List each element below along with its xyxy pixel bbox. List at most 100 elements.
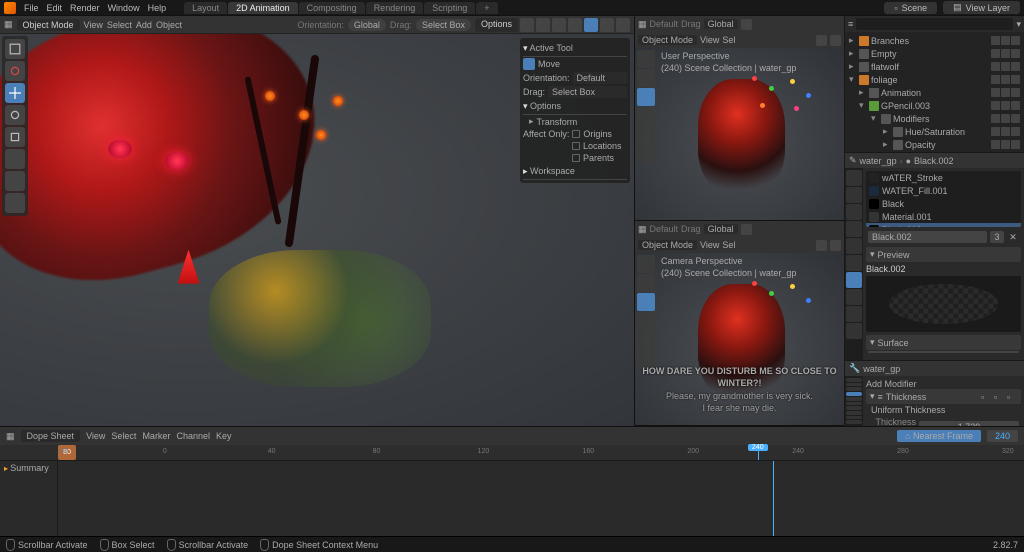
playhead[interactable] bbox=[773, 461, 774, 536]
scene-selector[interactable]: ▫Scene bbox=[884, 2, 937, 14]
outliner-row[interactable]: ▸Empty bbox=[847, 47, 1022, 60]
editor-type-icon[interactable]: ▦ bbox=[638, 19, 647, 30]
property-tab[interactable] bbox=[846, 238, 862, 254]
shading-solid-icon[interactable] bbox=[584, 18, 598, 32]
menu-view[interactable]: View bbox=[700, 35, 719, 45]
property-tab[interactable] bbox=[846, 289, 862, 305]
timeline-tracks[interactable] bbox=[58, 461, 1024, 536]
menu-view[interactable]: View bbox=[84, 20, 103, 30]
modifier-header[interactable]: ▾ ≡ Thickness ▫ ▫ ▫ bbox=[866, 389, 1021, 404]
menu-channel[interactable]: Channel bbox=[176, 431, 210, 441]
surface-field[interactable] bbox=[868, 351, 1019, 353]
material-slot[interactable]: Material.001 bbox=[866, 210, 1021, 223]
property-tab[interactable] bbox=[846, 221, 862, 237]
property-tab[interactable] bbox=[846, 187, 862, 203]
tool-scale[interactable] bbox=[5, 127, 25, 147]
panel-header[interactable]: ▾ Active Tool bbox=[523, 41, 627, 57]
material-slot-list[interactable]: wATER_StrokeWATER_Fill.001BlackMaterial.… bbox=[866, 171, 1021, 227]
property-tab[interactable] bbox=[846, 406, 862, 410]
outliner-row[interactable]: ▾foliage bbox=[847, 73, 1022, 86]
tab-2d-animation[interactable]: 2D Animation bbox=[228, 2, 298, 14]
tool-move[interactable] bbox=[637, 88, 655, 106]
material-slot[interactable]: wATER_Stroke bbox=[866, 171, 1021, 184]
shading-wire-icon[interactable] bbox=[568, 18, 582, 32]
tab-compositing[interactable]: Compositing bbox=[299, 2, 365, 14]
property-tab[interactable] bbox=[846, 306, 862, 322]
tool-scale[interactable] bbox=[637, 126, 655, 144]
tool-scale[interactable] bbox=[637, 331, 655, 349]
origins-check[interactable] bbox=[572, 130, 580, 138]
property-tab[interactable] bbox=[846, 255, 862, 271]
options-dropdown[interactable]: Options bbox=[475, 18, 518, 32]
current-frame[interactable]: 240 bbox=[987, 430, 1018, 442]
tool-rotate[interactable] bbox=[637, 312, 655, 330]
outliner-row[interactable]: ▸Animation bbox=[847, 86, 1022, 99]
menu-add[interactable]: Add bbox=[136, 20, 152, 30]
tool-move[interactable] bbox=[5, 83, 25, 103]
material-slot[interactable]: WATER_Fill.001 bbox=[866, 184, 1021, 197]
material-name-field[interactable]: Black.002 bbox=[868, 231, 987, 243]
mod-render-toggle-icon[interactable]: ▫ bbox=[1007, 392, 1017, 402]
editor-type-icon[interactable]: ▦ bbox=[4, 19, 13, 30]
side-viewport-top-canvas[interactable]: User Perspective (240) Scene Collection … bbox=[635, 48, 844, 220]
shading-icon[interactable] bbox=[830, 240, 841, 251]
tool-cursor[interactable] bbox=[5, 61, 25, 81]
menu-help[interactable]: Help bbox=[148, 3, 167, 13]
playhead-marker[interactable] bbox=[758, 445, 759, 460]
menu-view[interactable]: View bbox=[86, 431, 105, 441]
editor-type-icon[interactable]: ▦ bbox=[6, 431, 15, 442]
outliner-row[interactable]: ▾GPencil.003 bbox=[847, 99, 1022, 112]
shading-icon[interactable] bbox=[830, 35, 841, 46]
view-layer-selector[interactable]: ▤View Layer bbox=[943, 1, 1020, 14]
menu-view[interactable]: View bbox=[700, 240, 719, 250]
outliner-tree[interactable]: ▸Branches▸Empty▸flatwolf▾foliage▸Animati… bbox=[845, 32, 1024, 152]
side-viewport-bottom-canvas[interactable]: Camera Perspective (240) Scene Collectio… bbox=[635, 253, 844, 425]
snap-icon[interactable] bbox=[741, 19, 752, 30]
xray-toggle-icon[interactable] bbox=[552, 18, 566, 32]
shading-rendered-icon[interactable] bbox=[616, 18, 630, 32]
mod-realtime-toggle-icon[interactable]: ▫ bbox=[994, 392, 1004, 402]
material-users[interactable]: 3 bbox=[990, 231, 1004, 243]
material-slot[interactable]: Black.002 bbox=[866, 223, 1021, 227]
parents-check[interactable] bbox=[572, 154, 580, 162]
shading-icon[interactable] bbox=[816, 35, 827, 46]
property-tab[interactable] bbox=[846, 411, 862, 415]
outliner-row[interactable]: ▸Opacity bbox=[847, 138, 1022, 151]
tool-select-box[interactable] bbox=[5, 39, 25, 59]
tool-rotate[interactable] bbox=[637, 107, 655, 125]
gizmo-toggle-icon[interactable] bbox=[520, 18, 534, 32]
tab-layout[interactable]: Layout bbox=[184, 2, 227, 14]
tool-cursor[interactable] bbox=[637, 69, 655, 87]
mode-dd[interactable]: Object Mode bbox=[638, 240, 697, 250]
outliner-row[interactable]: ▾Modifiers bbox=[847, 112, 1022, 125]
property-tab[interactable] bbox=[846, 383, 862, 387]
outliner-row[interactable]: ▸flatwolf bbox=[847, 60, 1022, 73]
outliner-search[interactable] bbox=[856, 18, 1013, 30]
menu-select[interactable]: Sel bbox=[722, 240, 735, 250]
property-tab[interactable] bbox=[846, 402, 862, 406]
snap-mode[interactable]: ⌂ Nearest Frame bbox=[897, 430, 981, 442]
property-tab[interactable] bbox=[846, 420, 862, 424]
filter-icon[interactable]: ▾ bbox=[1016, 19, 1021, 30]
shading-matprev-icon[interactable] bbox=[600, 18, 614, 32]
mode-dropdown[interactable]: Object Mode bbox=[17, 19, 80, 31]
locations-check[interactable] bbox=[572, 142, 580, 150]
shading-icon[interactable] bbox=[816, 240, 827, 251]
tool-move[interactable] bbox=[637, 293, 655, 311]
menu-edit[interactable]: Edit bbox=[47, 3, 63, 13]
material-slot[interactable]: Black bbox=[866, 197, 1021, 210]
menu-file[interactable]: File bbox=[24, 3, 39, 13]
property-tab[interactable] bbox=[846, 170, 862, 186]
menu-object[interactable]: Object bbox=[156, 20, 182, 30]
tool-measure[interactable] bbox=[5, 193, 25, 213]
timeline-ruler[interactable]: 80 -4004080120160200240280320 bbox=[0, 445, 1024, 461]
menu-select[interactable]: Sel bbox=[722, 35, 735, 45]
preview-header[interactable]: ▾ Preview bbox=[866, 247, 1021, 262]
menu-render[interactable]: Render bbox=[70, 3, 100, 13]
global-dd[interactable]: Global bbox=[704, 19, 738, 29]
workspace-header[interactable]: ▸ Workspace bbox=[523, 164, 627, 180]
add-modifier-button[interactable]: Add Modifier bbox=[866, 379, 917, 389]
tool-select-box[interactable] bbox=[637, 50, 655, 68]
global-dd[interactable]: Global bbox=[704, 224, 738, 234]
property-tab[interactable] bbox=[846, 323, 862, 339]
